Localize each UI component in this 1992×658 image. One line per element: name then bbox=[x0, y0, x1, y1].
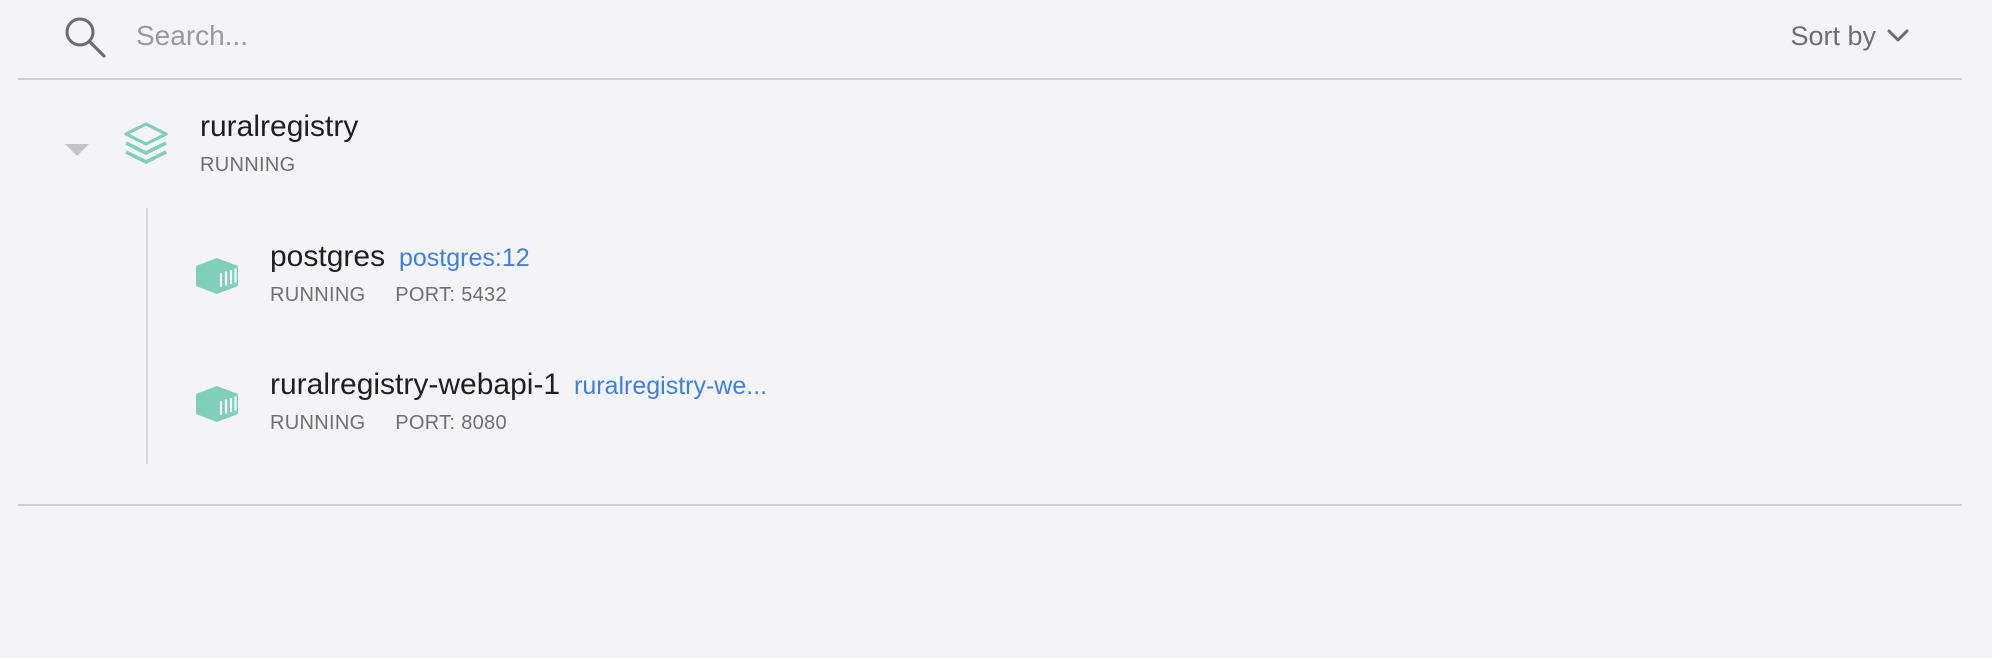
stack-icon bbox=[124, 122, 168, 164]
tree-guide-line bbox=[146, 208, 148, 464]
container-meta: RUNNING PORT: 8080 bbox=[270, 412, 507, 435]
collapse-caret-icon[interactable] bbox=[64, 142, 90, 158]
container-name: ruralregistry-webapi-1 bbox=[270, 368, 561, 401]
container-port: PORT: 5432 bbox=[395, 284, 507, 306]
search-bar: Sort by bbox=[0, 0, 1992, 78]
container-meta: RUNNING PORT: 5432 bbox=[270, 284, 507, 307]
sort-by-label: Sort by bbox=[1790, 20, 1876, 51]
container-status: RUNNING bbox=[270, 412, 366, 434]
bottom-divider bbox=[18, 504, 1962, 506]
top-divider bbox=[18, 78, 1962, 80]
containers-page: Sort by ruralregistry RUNNING postgres p… bbox=[0, 0, 1992, 658]
container-icon bbox=[196, 386, 238, 422]
app-name[interactable]: ruralregistry bbox=[200, 110, 358, 144]
search-input[interactable] bbox=[136, 12, 1036, 60]
container-row-ruralregistry-webapi-1[interactable]: ruralregistry-webapi-1 ruralregistry-we.… bbox=[190, 368, 1890, 458]
container-port: PORT: 8080 bbox=[395, 412, 507, 434]
container-image-link[interactable]: ruralregistry-we... bbox=[574, 372, 767, 401]
container-name: postgres bbox=[270, 240, 386, 273]
sort-by-button[interactable]: Sort by bbox=[1790, 14, 1910, 58]
app-status: RUNNING bbox=[200, 154, 296, 176]
search-icon bbox=[65, 17, 106, 58]
container-icon bbox=[196, 258, 238, 294]
chevron-down-icon bbox=[1887, 29, 1909, 42]
container-image-link[interactable]: postgres:12 bbox=[399, 244, 530, 273]
container-status: RUNNING bbox=[270, 284, 366, 306]
container-row-postgres[interactable]: postgres postgres:12 RUNNING PORT: 5432 bbox=[190, 240, 1890, 330]
